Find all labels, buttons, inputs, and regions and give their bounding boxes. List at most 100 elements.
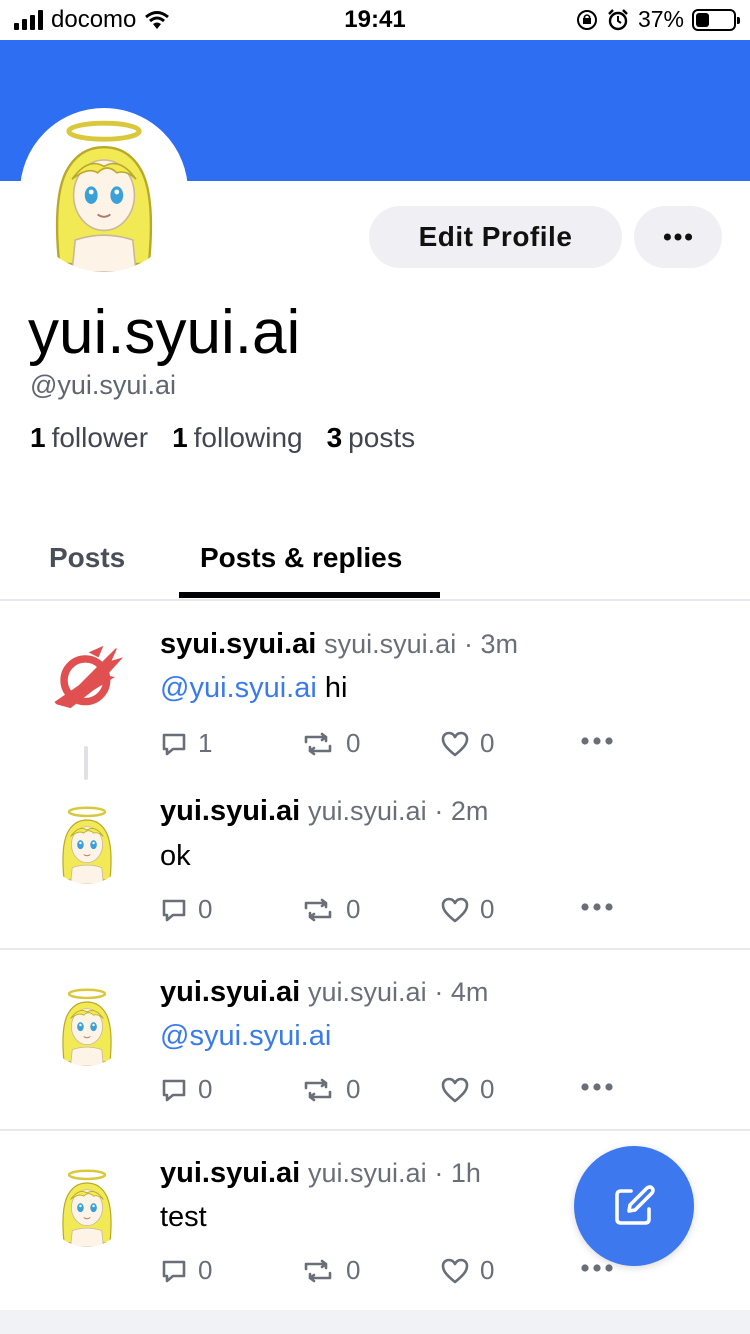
repost-icon xyxy=(300,730,336,758)
post-author-handle[interactable]: syui.syui.ai xyxy=(324,629,456,659)
repost-count: 0 xyxy=(346,1074,361,1104)
following-label: following xyxy=(193,422,303,453)
compose-icon xyxy=(615,1185,655,1225)
post-avatar[interactable] xyxy=(46,802,128,884)
heart-icon xyxy=(440,1076,470,1104)
battery-percent: 37% xyxy=(637,6,684,32)
like-button[interactable]: 0 xyxy=(440,1074,494,1105)
like-count: 0 xyxy=(480,1074,495,1104)
repost-button[interactable]: 0 xyxy=(300,728,360,759)
heart-icon xyxy=(440,896,470,924)
post-actions: 0 0 0 xyxy=(160,1074,620,1110)
repost-button[interactable]: 0 xyxy=(300,894,360,925)
reply-count: 0 xyxy=(198,1255,213,1285)
post-avatar[interactable] xyxy=(46,984,128,1066)
repost-icon xyxy=(300,1257,336,1285)
post-actions: 0 0 0 xyxy=(160,894,620,930)
posts-label: posts xyxy=(348,422,416,453)
post-more-button[interactable] xyxy=(580,902,614,912)
post-avatar[interactable] xyxy=(46,1165,128,1247)
ellipsis-icon xyxy=(580,736,614,746)
post-more-button[interactable] xyxy=(580,736,614,746)
tab-posts-and-replies[interactable]: Posts & replies xyxy=(200,542,402,574)
reply-icon xyxy=(160,730,188,758)
reply-button[interactable]: 0 xyxy=(160,1074,212,1105)
like-count: 0 xyxy=(480,1255,495,1285)
post-header: yui.syui.ai yui.syui.ai · 1h xyxy=(160,1157,481,1190)
post-text-content: ok xyxy=(160,840,191,872)
tab-posts[interactable]: Posts xyxy=(49,542,125,574)
feed-end-spacer xyxy=(0,1310,750,1334)
post-author-name[interactable]: yui.syui.ai xyxy=(160,1157,300,1189)
ellipsis-icon xyxy=(580,902,614,912)
like-button[interactable]: 0 xyxy=(440,728,494,759)
profile-handle: @yui.syui.ai xyxy=(30,370,176,400)
profile-avatar[interactable] xyxy=(20,108,188,276)
post-more-button[interactable] xyxy=(580,1082,614,1092)
post-author-handle[interactable]: yui.syui.ai xyxy=(308,1158,427,1188)
status-right: 37% xyxy=(576,6,740,33)
reply-button[interactable]: 0 xyxy=(160,894,212,925)
heart-icon xyxy=(440,1257,470,1285)
like-button[interactable]: 0 xyxy=(440,1255,494,1286)
post-mention[interactable]: @syui.syui.ai xyxy=(160,1020,331,1052)
posts-count: 3 xyxy=(326,422,343,453)
post-time: · 1h xyxy=(434,1158,481,1188)
post-avatar[interactable] xyxy=(46,636,128,718)
like-button[interactable]: 0 xyxy=(440,894,494,925)
post-more-button[interactable] xyxy=(580,1263,614,1273)
post-author-handle[interactable]: yui.syui.ai xyxy=(308,977,427,1007)
repost-button[interactable]: 0 xyxy=(300,1255,360,1286)
more-options-button[interactable] xyxy=(634,206,722,268)
feed-post[interactable]: yui.syui.ai yui.syui.ai · 2m ok 0 0 0 xyxy=(0,770,750,948)
ellipsis-icon xyxy=(580,1263,614,1273)
post-time: · 4m xyxy=(434,977,489,1007)
feed-post[interactable]: syui.syui.ai syui.syui.ai · 3m @yui.syui… xyxy=(0,602,750,758)
post-actions: 0 0 0 xyxy=(160,1255,620,1291)
feed-post[interactable]: yui.syui.ai yui.syui.ai · 4m @syui.syui.… xyxy=(0,950,750,1128)
post-text-content: hi xyxy=(316,672,348,704)
post-text: test xyxy=(160,1201,207,1234)
repost-count: 0 xyxy=(346,1255,361,1285)
reply-count: 0 xyxy=(198,1074,213,1104)
repost-count: 0 xyxy=(346,728,361,758)
status-bar: docomo 19:41 37% xyxy=(0,0,750,40)
reply-count: 0 xyxy=(198,894,213,924)
post-header: yui.syui.ai yui.syui.ai · 2m xyxy=(160,795,488,828)
orientation-lock-icon xyxy=(576,9,597,30)
profile-display-name: yui.syui.ai xyxy=(28,298,301,367)
posts-stat: 3 posts xyxy=(327,422,416,454)
like-count: 0 xyxy=(480,894,495,924)
edit-profile-button[interactable]: Edit Profile xyxy=(369,206,622,268)
repost-icon xyxy=(300,896,336,924)
post-time: · 3m xyxy=(463,629,518,659)
alarm-icon xyxy=(608,8,628,30)
heart-icon xyxy=(440,730,470,758)
reply-icon xyxy=(160,1257,188,1285)
reply-icon xyxy=(160,896,188,924)
repost-count: 0 xyxy=(346,894,361,924)
followers-stat[interactable]: 1 follower xyxy=(30,422,148,454)
ellipsis-icon xyxy=(663,233,693,241)
repost-button[interactable]: 0 xyxy=(300,1074,360,1105)
post-actions: 1 0 0 xyxy=(160,728,620,764)
following-stat[interactable]: 1 following xyxy=(172,422,303,454)
followers-label: follower xyxy=(51,422,149,453)
post-author-handle[interactable]: yui.syui.ai xyxy=(308,796,427,826)
following-count: 1 xyxy=(172,422,188,453)
post-author-name[interactable]: yui.syui.ai xyxy=(160,795,300,827)
post-header: syui.syui.ai syui.syui.ai · 3m xyxy=(160,628,518,661)
post-mention[interactable]: @yui.syui.ai xyxy=(160,672,317,704)
post-author-name[interactable]: yui.syui.ai xyxy=(160,976,300,1008)
reply-button[interactable]: 1 xyxy=(160,728,212,759)
active-tab-indicator xyxy=(179,592,440,598)
reply-button[interactable]: 0 xyxy=(160,1255,212,1286)
post-time: · 2m xyxy=(434,796,489,826)
post-text: @syui.syui.ai xyxy=(160,1020,331,1053)
compose-post-button[interactable] xyxy=(574,1146,694,1266)
post-text-content: test xyxy=(160,1201,207,1233)
post-text: @yui.syui.ai hi xyxy=(160,672,347,705)
repost-icon xyxy=(300,1076,336,1104)
profile-tabs: Posts Posts & replies xyxy=(0,528,750,601)
post-author-name[interactable]: syui.syui.ai xyxy=(160,628,316,660)
